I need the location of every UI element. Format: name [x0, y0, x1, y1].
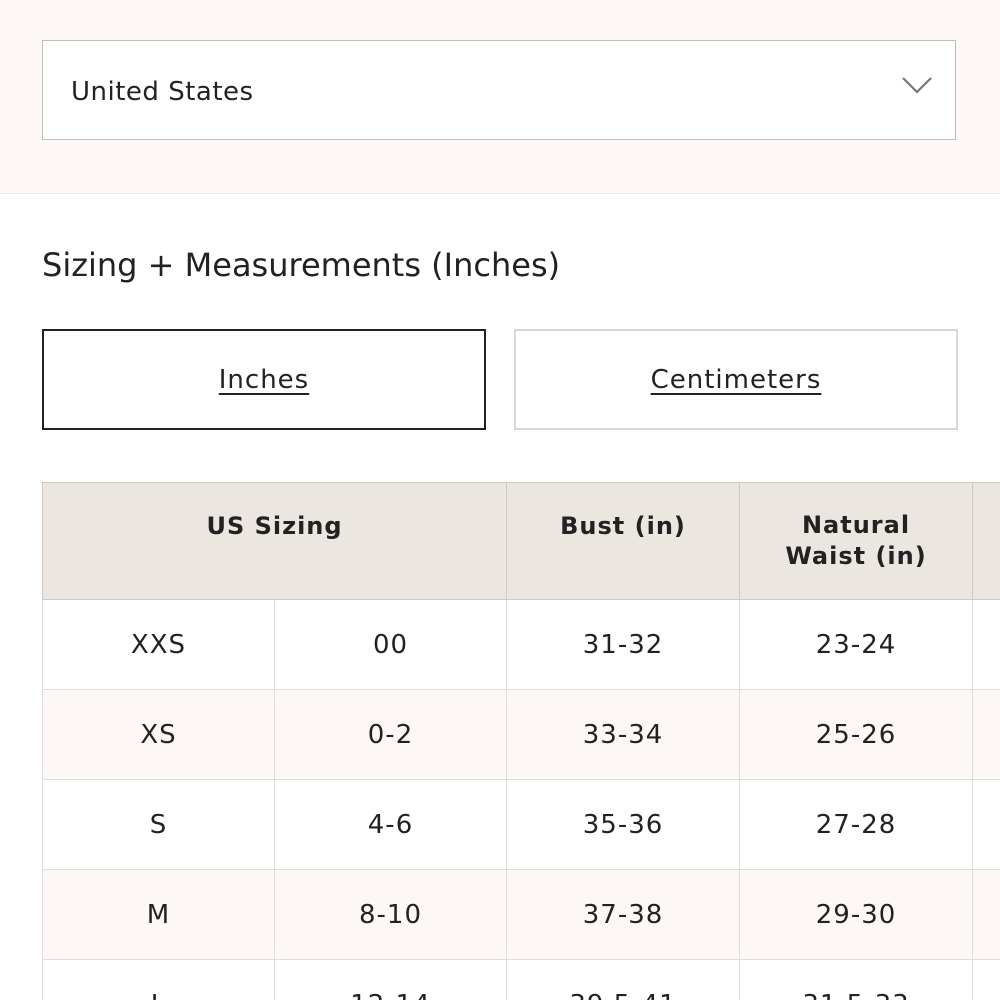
inches-toggle-label: Inches	[218, 364, 310, 395]
centimeters-toggle-button[interactable]: Centimeters	[514, 329, 958, 430]
section-title: Sizing + Measurements (Inches)	[42, 246, 561, 284]
country-select[interactable]: United States	[42, 40, 956, 140]
cell-bust: 37-38	[506, 869, 741, 960]
header-next-column	[972, 482, 1000, 600]
cell-size: M	[42, 869, 275, 960]
cell-us-size: 00	[273, 599, 508, 690]
cell-us-size: 4-6	[273, 779, 508, 870]
cell-waist: 23-24	[739, 599, 974, 690]
table-header-row: US Sizing Bust (in) Natural Waist (in)	[42, 482, 1000, 600]
cell-size: XXS	[42, 599, 275, 690]
cell-waist: 29-30	[739, 869, 974, 960]
table-row: XS 0-2 33-34 25-26	[42, 689, 1000, 780]
chevron-down-icon	[902, 77, 932, 94]
table-row: S 4-6 35-36 27-28	[42, 779, 1000, 870]
cell-size: S	[42, 779, 275, 870]
cell-waist: 25-26	[739, 689, 974, 780]
cell-bust: 39.5-41	[506, 959, 741, 1000]
header-natural-waist: Natural Waist (in)	[739, 482, 974, 600]
cell-bust: 31-32	[506, 599, 741, 690]
cell-waist: 27-28	[739, 779, 974, 870]
cell-size: XS	[42, 689, 275, 780]
header-bust: Bust (in)	[506, 482, 741, 600]
cell-next	[972, 959, 1000, 1000]
table-row: M 8-10 37-38 29-30	[42, 869, 1000, 960]
cell-us-size: 8-10	[273, 869, 508, 960]
inches-toggle-button[interactable]: Inches	[42, 329, 486, 430]
table-row: L 12-14 39.5-41 31.5-33	[42, 959, 1000, 1000]
cell-size: L	[42, 959, 275, 1000]
cell-us-size: 0-2	[273, 689, 508, 780]
header-us-sizing: US Sizing	[42, 482, 508, 600]
cell-next	[972, 689, 1000, 780]
cell-us-size: 12-14	[273, 959, 508, 1000]
cell-next	[972, 599, 1000, 690]
cell-next	[972, 869, 1000, 960]
country-select-value: United States	[71, 77, 254, 107]
header-natural-waist-line2: Waist (in)	[785, 542, 927, 570]
header-natural-waist-line1: Natural	[801, 511, 911, 539]
country-selector-band: United States	[0, 0, 1000, 194]
cell-next	[972, 779, 1000, 870]
centimeters-toggle-label: Centimeters	[650, 364, 822, 395]
cell-bust: 35-36	[506, 779, 741, 870]
size-chart-table: US Sizing Bust (in) Natural Waist (in) X…	[42, 482, 1000, 1000]
cell-bust: 33-34	[506, 689, 741, 780]
table-row: XXS 00 31-32 23-24	[42, 599, 1000, 690]
cell-waist: 31.5-33	[739, 959, 974, 1000]
size-table-scroll-area[interactable]: US Sizing Bust (in) Natural Waist (in) X…	[42, 482, 1000, 1000]
